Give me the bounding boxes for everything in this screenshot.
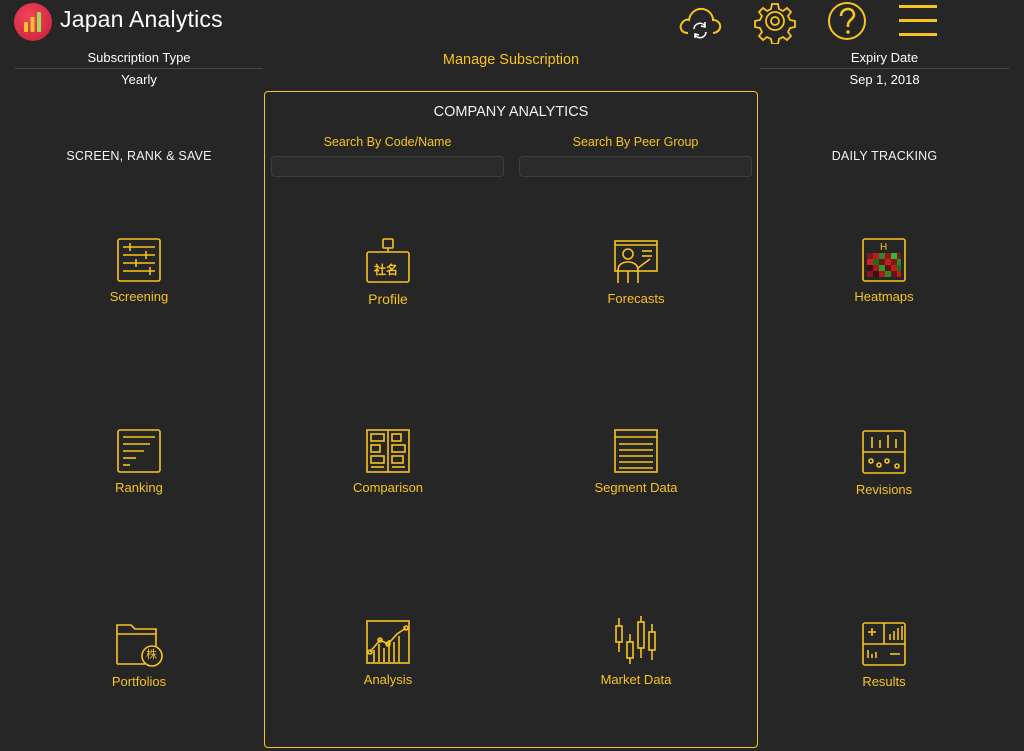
screening-icon [117, 238, 161, 282]
analysis-label: Analysis [363, 672, 413, 687]
analysis-chart-icon [366, 620, 410, 664]
portfolios-tile[interactable]: 株 Portfolios [89, 620, 189, 689]
help-icon[interactable] [825, 0, 869, 44]
app-logo-icon [24, 12, 41, 32]
heatmaps-label: Heatmaps [854, 289, 914, 304]
revisions-tile[interactable]: Revisions [834, 428, 934, 497]
portfolio-kanji: 株 [146, 649, 157, 661]
ranking-icon [117, 429, 161, 473]
forecasts-tile[interactable]: Forecasts [586, 237, 686, 306]
sync-cloud-icon[interactable] [677, 0, 722, 44]
comparison-icon [366, 429, 410, 473]
analysis-tile[interactable]: Analysis [338, 618, 438, 687]
revisions-label: Revisions [855, 482, 913, 497]
revisions-icon [862, 430, 906, 474]
app-title: Japan Analytics [60, 6, 223, 32]
segment-data-tile[interactable]: Segment Data [586, 428, 686, 495]
daily-tracking-heading: DAILY TRACKING [831, 149, 938, 163]
profile-kanji: 社名 [374, 263, 399, 277]
search-by-peer-input[interactable] [519, 156, 752, 177]
ranking-tile[interactable]: Ranking [89, 428, 189, 495]
expiry-date-label: Expiry Date [850, 50, 919, 65]
profile-tile[interactable]: 社名 Profile [338, 237, 438, 307]
ranking-label: Ranking [115, 480, 163, 495]
candlestick-icon [615, 616, 656, 664]
search-by-code-label: Search By Code/Name [323, 135, 452, 149]
manage-subscription-link[interactable]: Manage Subscription [264, 52, 758, 68]
subscription-type-value: Yearly [121, 72, 157, 87]
subscription-type-label: Subscription Type [87, 50, 191, 65]
screening-label: Screening [109, 289, 169, 304]
comparison-tile[interactable]: Comparison [338, 428, 438, 495]
forecasts-label: Forecasts [607, 291, 665, 306]
search-by-code-input[interactable] [271, 156, 504, 177]
menu-icon[interactable] [896, 0, 940, 44]
market-data-label: Market Data [600, 672, 672, 687]
heatmaps-icon: H [862, 238, 906, 282]
segment-data-label: Segment Data [594, 480, 678, 495]
profile-label: Profile [368, 291, 408, 307]
search-by-peer-label: Search By Peer Group [572, 135, 699, 149]
company-analytics-heading: COMPANY ANALYTICS [433, 104, 589, 120]
forecasts-presenter-icon [614, 240, 658, 283]
settings-gear-icon[interactable] [753, 0, 797, 45]
results-icon [862, 622, 906, 666]
heatmaps-tile[interactable]: H Heatmaps [834, 237, 934, 304]
results-tile[interactable]: Results [834, 620, 934, 689]
portfolios-label: Portfolios [111, 674, 167, 689]
expiry-date-value: Sep 1, 2018 [849, 72, 920, 87]
divider [760, 68, 1009, 69]
divider [15, 68, 263, 69]
segment-data-icon [614, 429, 658, 473]
screen-rank-save-heading: SCREEN, RANK & SAVE [66, 149, 212, 163]
results-label: Results [862, 674, 906, 689]
market-data-tile[interactable]: Market Data [586, 614, 686, 687]
app-logo [14, 3, 52, 41]
comparison-label: Comparison [352, 480, 424, 495]
svg-text:H: H [880, 242, 887, 253]
screening-tile[interactable]: Screening [89, 237, 189, 304]
